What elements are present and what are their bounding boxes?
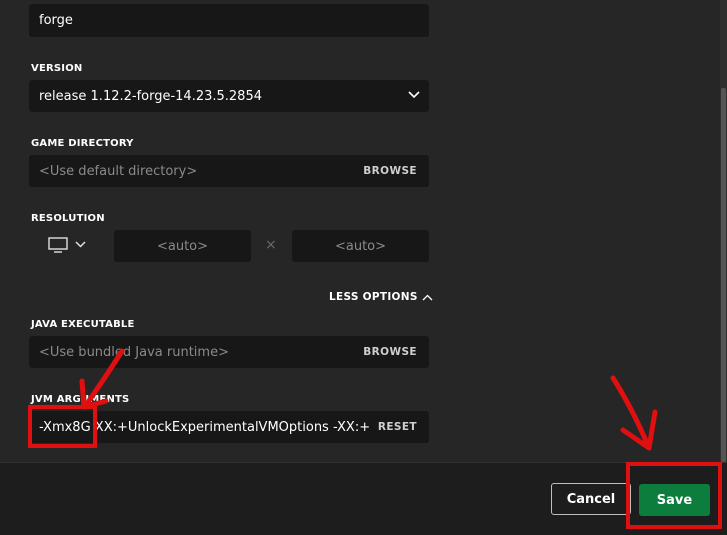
jvm-arguments-reset-button[interactable]: RESET [378,421,417,433]
name-input-value: forge [39,13,73,28]
less-options-label: LESS OPTIONS [329,291,418,303]
resolution-preset-dropdown[interactable] [48,236,90,256]
version-select[interactable]: release 1.12.2-forge-14.23.5.2854 [29,80,429,112]
resolution-width-input[interactable]: <auto> [114,230,251,262]
resolution-width-placeholder: <auto> [156,238,209,254]
cancel-button[interactable]: Cancel [551,483,631,515]
annotation-arrow-jvm-icon [79,348,125,410]
game-directory-placeholder: <Use default directory> [39,163,198,179]
monitor-icon [48,237,68,253]
java-executable-browse-button[interactable]: BROWSE [363,346,417,358]
chevron-down-icon [75,241,86,248]
resolution-label: RESOLUTION [31,213,105,224]
resolution-separator: × [265,237,277,253]
chevron-down-icon [408,91,420,99]
less-options-toggle[interactable]: LESS OPTIONS [329,291,433,303]
game-directory-label: GAME DIRECTORY [31,138,134,149]
resolution-height-placeholder: <auto> [334,238,387,254]
cancel-button-label: Cancel [566,491,616,507]
game-directory-input[interactable]: <Use default directory> BROWSE [29,155,429,187]
version-label: VERSION [31,63,83,74]
game-directory-browse-button[interactable]: BROWSE [363,165,417,177]
resolution-height-input[interactable]: <auto> [292,230,429,262]
name-input[interactable]: forge [29,4,429,37]
java-executable-label: JAVA EXECUTABLE [31,319,135,330]
version-select-value: release 1.12.2-forge-14.23.5.2854 [39,88,262,104]
annotation-arrow-save-icon [610,375,658,451]
java-executable-placeholder: <Use bundled Java runtime> [39,344,229,360]
annotation-box-save [626,462,722,529]
jvm-arguments-value: XX:+UnlockExperimentalVMOptions -XX:+Use… [94,419,369,435]
scrollbar-thumb[interactable] [721,88,726,462]
chevron-up-icon [422,294,433,300]
